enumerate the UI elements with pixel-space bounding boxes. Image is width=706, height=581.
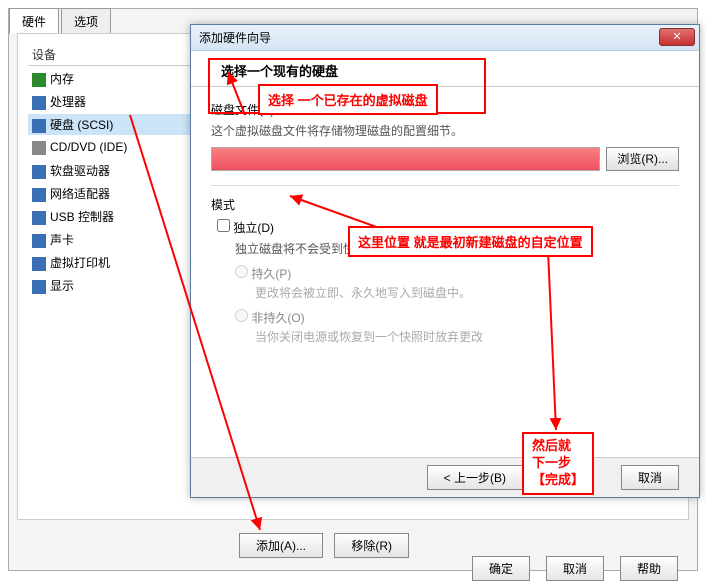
browse-button[interactable]: 浏览(R)... [606, 147, 679, 171]
back-button[interactable]: < 上一步(B) [427, 465, 523, 490]
annotation-1: 选择 一个已存在的虚拟磁盘 [258, 84, 438, 115]
memory-icon [32, 73, 46, 87]
usb-icon [32, 211, 46, 225]
display-icon [32, 280, 46, 294]
remove-button[interactable]: 移除(R) [334, 533, 409, 558]
tab-hardware[interactable]: 硬件 [9, 8, 59, 34]
device-name: 硬盘 (SCSI) [50, 118, 113, 132]
sound-icon [32, 234, 46, 248]
device-name: 虚拟打印机 [50, 256, 110, 270]
ok-button[interactable]: 确定 [472, 556, 530, 581]
device-name: CD/DVD (IDE) [50, 140, 127, 154]
floppy-icon [32, 165, 46, 179]
disk-icon [32, 119, 46, 133]
device-name: 内存 [50, 72, 74, 86]
device-name: 软盘驱动器 [50, 164, 110, 178]
annotation-2: 这里位置 就是最初新建磁盘的自定位置 [348, 226, 593, 257]
nonpersistent-label: 非持久(O) [251, 311, 304, 325]
nonpersistent-desc: 当你关闭电源或恢复到一个快照时放弃更改 [255, 328, 679, 345]
cpu-icon [32, 96, 46, 110]
device-name: 处理器 [50, 95, 86, 109]
printer-icon [32, 257, 46, 271]
device-name: 声卡 [50, 233, 74, 247]
independent-checkbox[interactable] [217, 219, 230, 232]
help-button[interactable]: 帮助 [620, 556, 678, 581]
annotation-3-line2: 下一步 [532, 455, 571, 470]
net-icon [32, 188, 46, 202]
annotation-3: 然后就 下一步 【完成】 [522, 432, 594, 495]
dialog-titlebar: 添加硬件向导 ✕ [191, 25, 699, 51]
dialog-title: 添加硬件向导 [199, 29, 271, 46]
cancel-button-outer[interactable]: 取消 [546, 556, 604, 581]
disk-file-desc: 这个虚拟磁盘文件将存储物理磁盘的配置细节。 [211, 122, 679, 139]
persistent-desc: 更改将会被立即、永久地写入到磁盘中。 [255, 284, 679, 301]
nonpersistent-radio [235, 309, 248, 322]
tab-options[interactable]: 选项 [61, 8, 111, 34]
add-button[interactable]: 添加(A)... [239, 533, 323, 558]
close-icon[interactable]: ✕ [659, 28, 695, 46]
mode-label: 模式 [211, 196, 679, 213]
cd-icon [32, 141, 46, 155]
annotation-3-line3: 【完成】 [532, 472, 584, 487]
device-name: USB 控制器 [50, 210, 114, 224]
annotation-3-line1: 然后就 [532, 438, 571, 453]
device-name: 显示 [50, 279, 74, 293]
independent-label: 独立(D) [233, 221, 274, 235]
persistent-label: 持久(P) [251, 267, 291, 281]
bottom-buttons: 确定 取消 帮助 [472, 556, 686, 581]
dialog-header-title: 选择一个现有的硬盘 [221, 61, 679, 80]
disk-file-input[interactable] [211, 147, 600, 171]
persistent-radio [235, 265, 248, 278]
cancel-button[interactable]: 取消 [621, 465, 679, 490]
device-name: 网络适配器 [50, 187, 110, 201]
